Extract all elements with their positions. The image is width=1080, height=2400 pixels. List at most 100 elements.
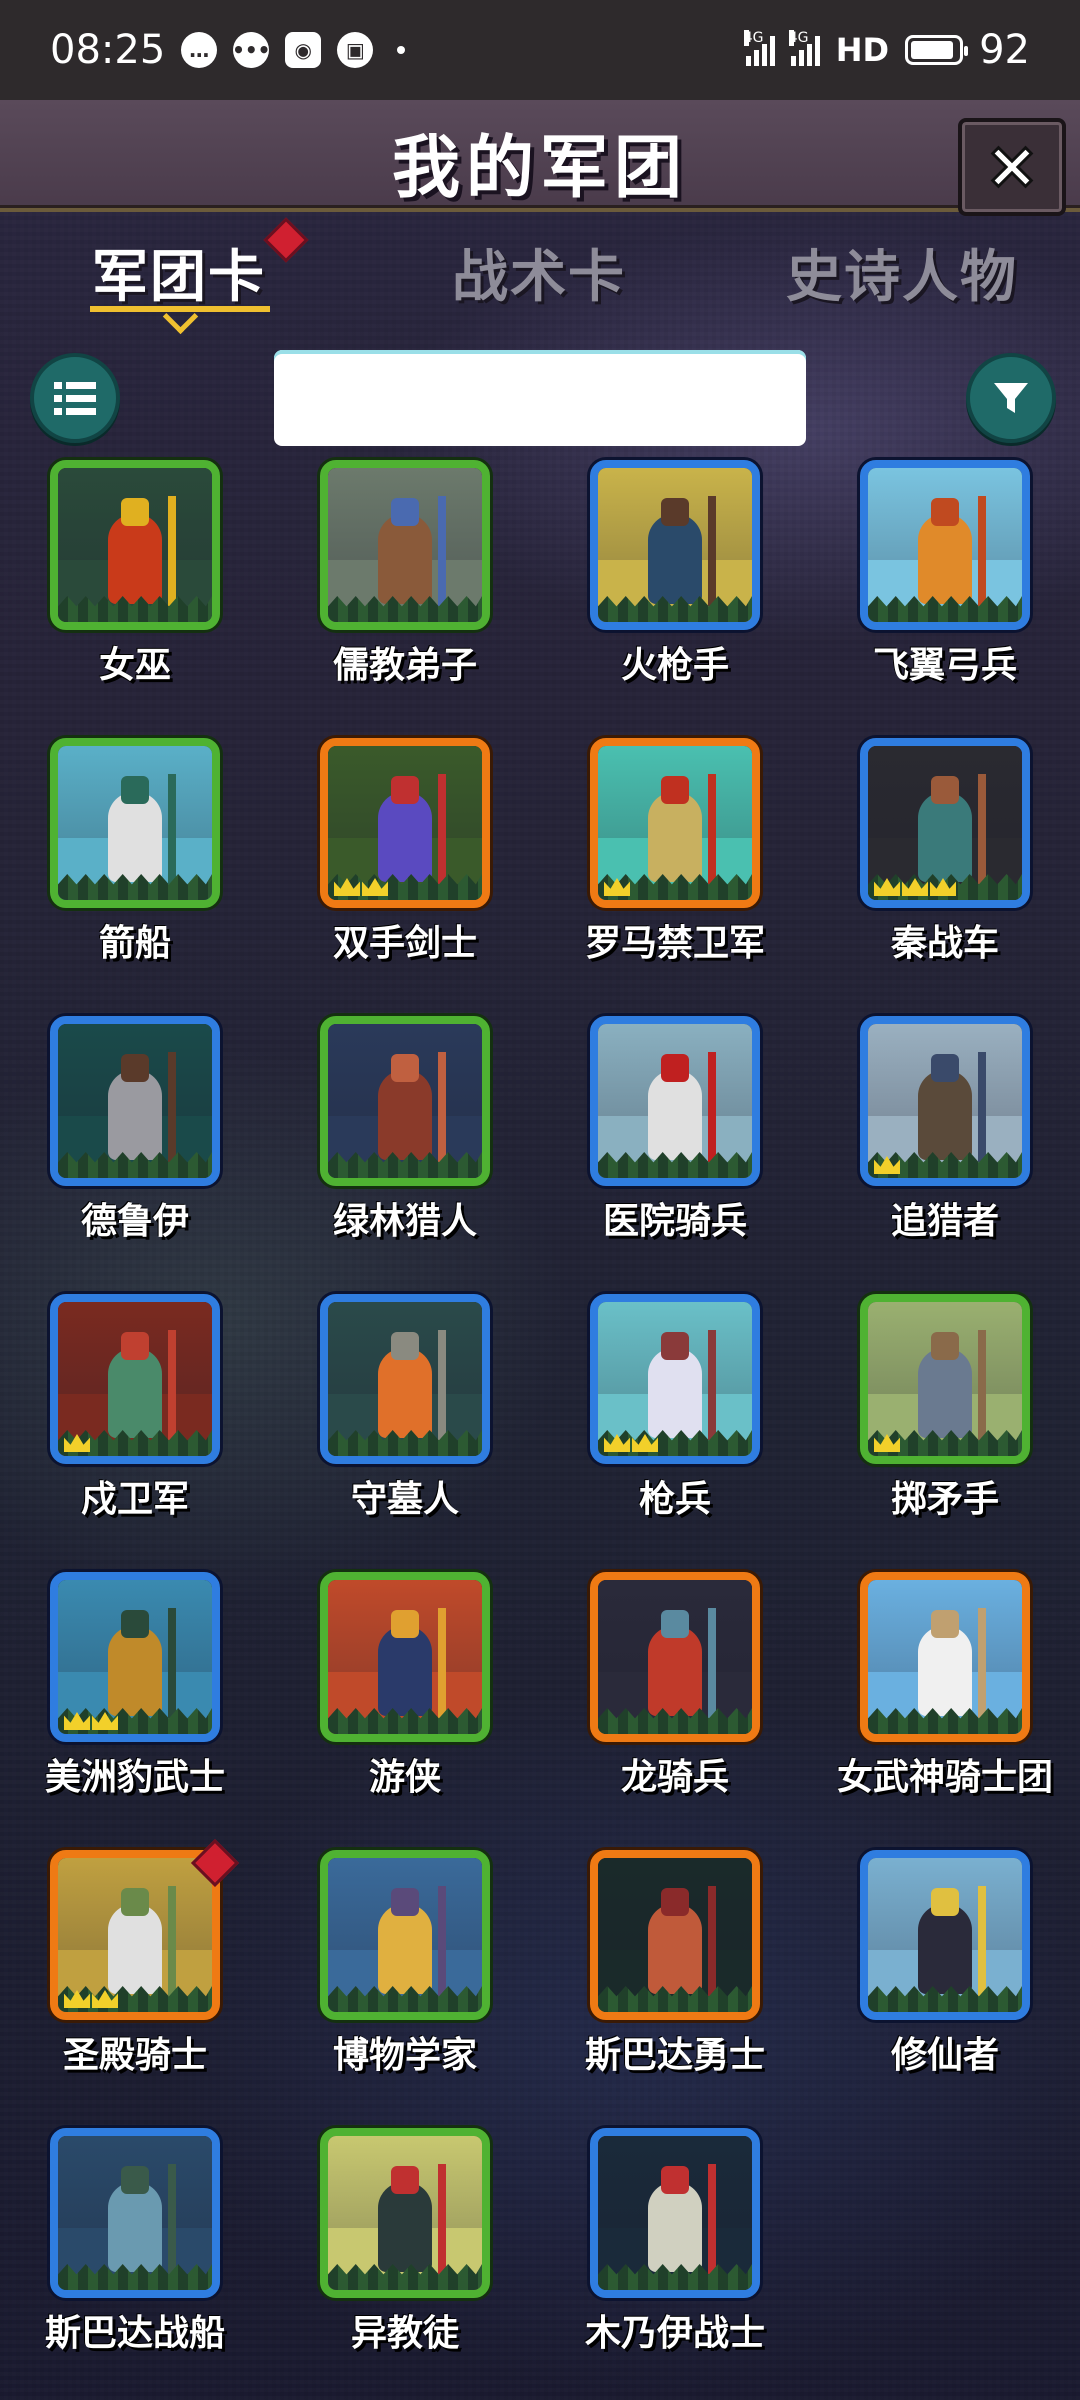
card-name: 掷矛手	[890, 1479, 999, 1520]
card-portrait-art	[598, 468, 752, 622]
card-name: 箭船	[98, 923, 171, 964]
legion-card[interactable]: 木乃伊战士	[540, 2128, 810, 2398]
card-portrait-frame	[590, 460, 760, 630]
card-name: 飞翼弓兵	[872, 645, 1017, 686]
legion-card[interactable]: 飞翼弓兵	[810, 460, 1080, 730]
crown-icon	[874, 1156, 900, 1174]
card-portrait-frame	[590, 1016, 760, 1186]
card-portrait-art	[328, 746, 482, 900]
card-portrait-art	[598, 2136, 752, 2290]
card-portrait-art	[58, 468, 212, 622]
card-portrait-frame	[320, 1294, 490, 1464]
card-portrait-frame	[590, 738, 760, 908]
legion-card[interactable]: 双手剑士	[270, 738, 540, 1008]
legion-card[interactable]: 修仙者	[810, 1850, 1080, 2120]
card-portrait-art	[58, 2136, 212, 2290]
legion-card[interactable]: 女巫	[0, 460, 270, 730]
card-name: 双手剑士	[332, 923, 477, 964]
card-portrait-art	[598, 1302, 752, 1456]
card-portrait-art	[868, 1302, 1022, 1456]
tab-bar: 军团卡 战术卡 史诗人物	[0, 217, 1080, 332]
star-level	[334, 878, 388, 896]
search-input[interactable]	[274, 350, 806, 446]
star-level	[64, 1434, 90, 1452]
weibo-icon: ◉	[285, 32, 322, 68]
card-name: 博物学家	[332, 2035, 477, 2076]
card-name: 德鲁伊	[80, 1201, 189, 1242]
app-icon: ▣	[337, 32, 374, 68]
card-name: 火枪手	[620, 645, 729, 686]
legion-card[interactable]: 博物学家	[270, 1850, 540, 2120]
card-portrait-frame	[860, 1850, 1030, 2020]
crown-icon	[92, 1990, 118, 2008]
legion-card[interactable]: 女武神骑士团	[810, 1572, 1080, 1842]
crown-icon	[930, 878, 956, 896]
chat-bubble-icon: …	[181, 32, 218, 68]
card-name: 戍卫军	[80, 1479, 189, 1520]
card-name: 龙骑兵	[620, 1757, 729, 1798]
star-level	[604, 1434, 658, 1452]
legion-card[interactable]: 绿林猎人	[270, 1016, 540, 1286]
tab-epic-heroes[interactable]: 史诗人物	[786, 232, 1018, 313]
card-portrait-art	[58, 1024, 212, 1178]
crown-icon	[874, 1434, 900, 1452]
crown-icon	[902, 878, 928, 896]
battery-icon	[905, 35, 969, 65]
card-portrait-frame	[320, 738, 490, 908]
crown-icon	[64, 1434, 90, 1452]
card-portrait-frame	[860, 460, 1030, 630]
card-portrait-frame	[50, 2128, 220, 2298]
more-notifications-dot	[397, 46, 406, 54]
card-name: 秦战车	[890, 923, 999, 964]
card-name: 木乃伊战士	[584, 2313, 765, 2354]
legion-card[interactable]: 龙骑兵	[540, 1572, 810, 1842]
card-portrait-art	[328, 1302, 482, 1456]
legion-card[interactable]: 异教徒	[270, 2128, 540, 2398]
card-portrait-frame	[50, 1572, 220, 1742]
card-name: 守墓人	[350, 1479, 459, 1520]
legion-card[interactable]: 箭船	[0, 738, 270, 1008]
legion-card[interactable]: 掷矛手	[810, 1294, 1080, 1564]
legion-card[interactable]: 儒教弟子	[270, 460, 540, 730]
card-portrait-art	[598, 1858, 752, 2012]
active-tab-indicator	[90, 306, 270, 312]
card-portrait-art	[598, 746, 752, 900]
status-bar: 08:25 … ••• ◉ ▣ 4G 4G HD 92	[0, 0, 1080, 100]
legion-card[interactable]: 斯巴达战船	[0, 2128, 270, 2398]
legion-card[interactable]: 枪兵	[540, 1294, 810, 1564]
card-portrait-art	[328, 1580, 482, 1734]
page-title: 我的军团	[391, 129, 688, 208]
tab-tactic-cards[interactable]: 战术卡	[452, 232, 626, 313]
card-portrait-art	[58, 1580, 212, 1734]
legion-card[interactable]: 火枪手	[540, 460, 810, 730]
filter-button[interactable]	[966, 353, 1056, 443]
card-name: 游侠	[368, 1757, 441, 1798]
legion-card[interactable]: 斯巴达勇士	[540, 1850, 810, 2120]
battery-percent: 92	[979, 27, 1030, 73]
star-level	[64, 1990, 118, 2008]
legion-card[interactable]: 秦战车	[810, 738, 1080, 1008]
legion-card[interactable]: 医院骑兵	[540, 1016, 810, 1286]
card-portrait-frame	[590, 1572, 760, 1742]
close-button[interactable]	[958, 118, 1066, 216]
card-name: 绿林猎人	[332, 1201, 477, 1242]
legion-card[interactable]: 游侠	[270, 1572, 540, 1842]
card-portrait-frame	[860, 1016, 1030, 1186]
legion-card[interactable]: 罗马禁卫军	[540, 738, 810, 1008]
legion-card[interactable]: 圣殿骑士	[0, 1838, 270, 2120]
list-view-button[interactable]	[30, 353, 120, 443]
card-name: 异教徒	[350, 2313, 459, 2354]
legion-card[interactable]: 守墓人	[270, 1294, 540, 1564]
card-name: 女武神骑士团	[836, 1757, 1053, 1798]
card-portrait-frame	[320, 1850, 490, 2020]
crown-icon	[334, 878, 360, 896]
legion-card[interactable]: 美洲豹武士	[0, 1572, 270, 1842]
legion-card[interactable]: 戍卫军	[0, 1294, 270, 1564]
legion-card[interactable]: 追猎者	[810, 1016, 1080, 1286]
tab-new-badge	[263, 217, 309, 263]
crown-icon	[874, 878, 900, 896]
star-level	[604, 878, 630, 896]
legion-card[interactable]: 德鲁伊	[0, 1016, 270, 1286]
crown-icon	[362, 878, 388, 896]
card-portrait-art	[868, 1024, 1022, 1178]
